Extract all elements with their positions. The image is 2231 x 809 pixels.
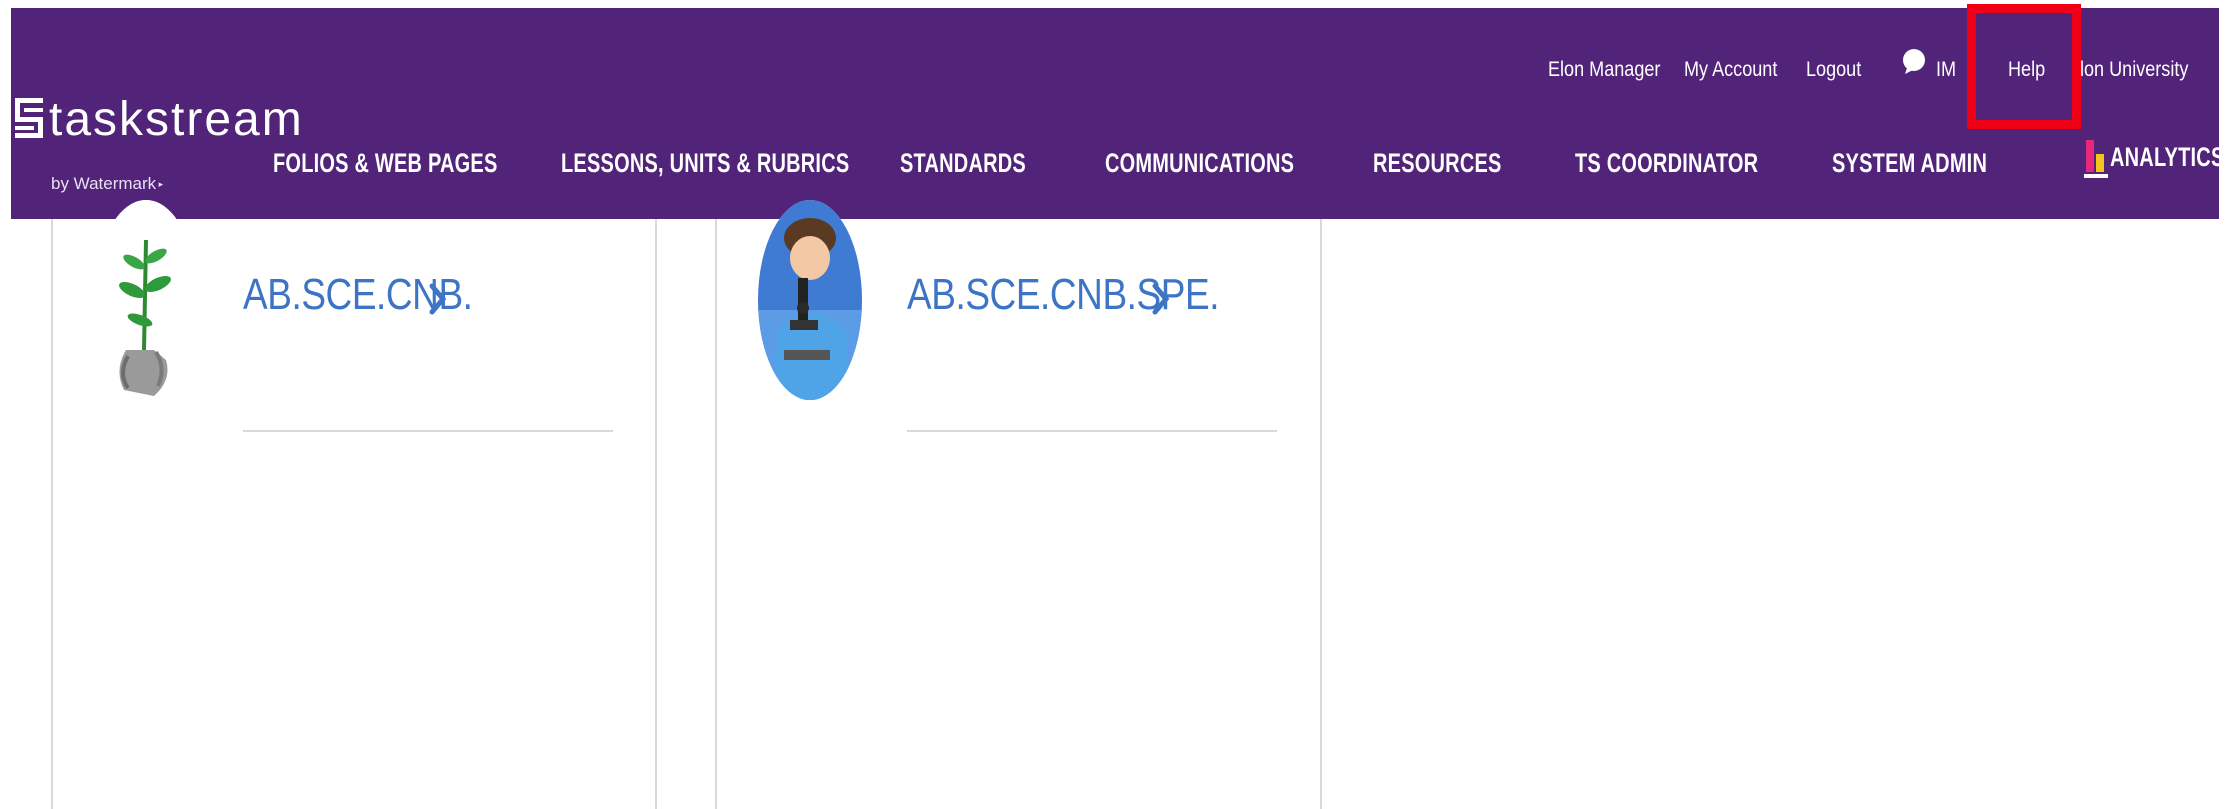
chat-initials[interactable]: IM xyxy=(1936,58,1956,82)
taskstream-logo[interactable]: taskstream by Watermark ▸ xyxy=(15,92,302,202)
nav-lessons-units-rubrics[interactable]: LESSONS, UNITS & RUBRICS xyxy=(561,148,849,179)
nav-communications[interactable]: COMMUNICATIONS xyxy=(1105,148,1294,179)
course-card-rule xyxy=(243,430,613,432)
course-card-divider xyxy=(1320,219,1322,809)
nav-system-admin[interactable]: SYSTEM ADMIN xyxy=(1832,148,1987,179)
nav-ts-coordinator[interactable]: TS COORDINATOR xyxy=(1575,148,1758,179)
chat-bubble-icon[interactable] xyxy=(1901,48,1927,74)
help-link[interactable]: Help xyxy=(2008,58,2045,82)
analytics-bar-chart-icon xyxy=(2084,140,2108,178)
taskstream-logo-icon xyxy=(15,98,43,138)
brand-tagline: by Watermark ▸ xyxy=(51,174,164,193)
student-microscope-image xyxy=(758,200,862,400)
course-link-cnb-spe[interactable]: AB.SCE.CNB.SPE. xyxy=(907,270,1219,320)
course-avatar-microscope[interactable] xyxy=(758,200,862,400)
course-avatar-plant[interactable] xyxy=(94,200,198,400)
my-account-link[interactable]: My Account xyxy=(1684,58,1777,82)
logout-link[interactable]: Logout xyxy=(1806,58,1861,82)
nav-folios-web-pages[interactable]: FOLIOS & WEB PAGES xyxy=(273,148,498,179)
nav-resources[interactable]: RESOURCES xyxy=(1373,148,1502,179)
brand-name: taskstream xyxy=(49,93,304,146)
top-navigation-bar: taskstream by Watermark ▸ Elon Manager M… xyxy=(11,4,2224,219)
user-name-link[interactable]: Elon Manager xyxy=(1548,58,1660,82)
course-card-rule xyxy=(907,430,1277,432)
nav-standards[interactable]: STANDARDS xyxy=(900,148,1026,179)
course-card-divider xyxy=(715,219,717,809)
plant-in-hand-image xyxy=(94,200,198,400)
chevron-right-icon[interactable] xyxy=(1151,282,1171,316)
nav-analytics[interactable]: ANALYTICS xyxy=(2110,142,2225,173)
course-card-divider xyxy=(51,219,53,809)
institution-name[interactable]: lon University xyxy=(2080,58,2188,82)
course-card-divider xyxy=(655,219,657,809)
chevron-right-icon[interactable] xyxy=(428,282,448,316)
